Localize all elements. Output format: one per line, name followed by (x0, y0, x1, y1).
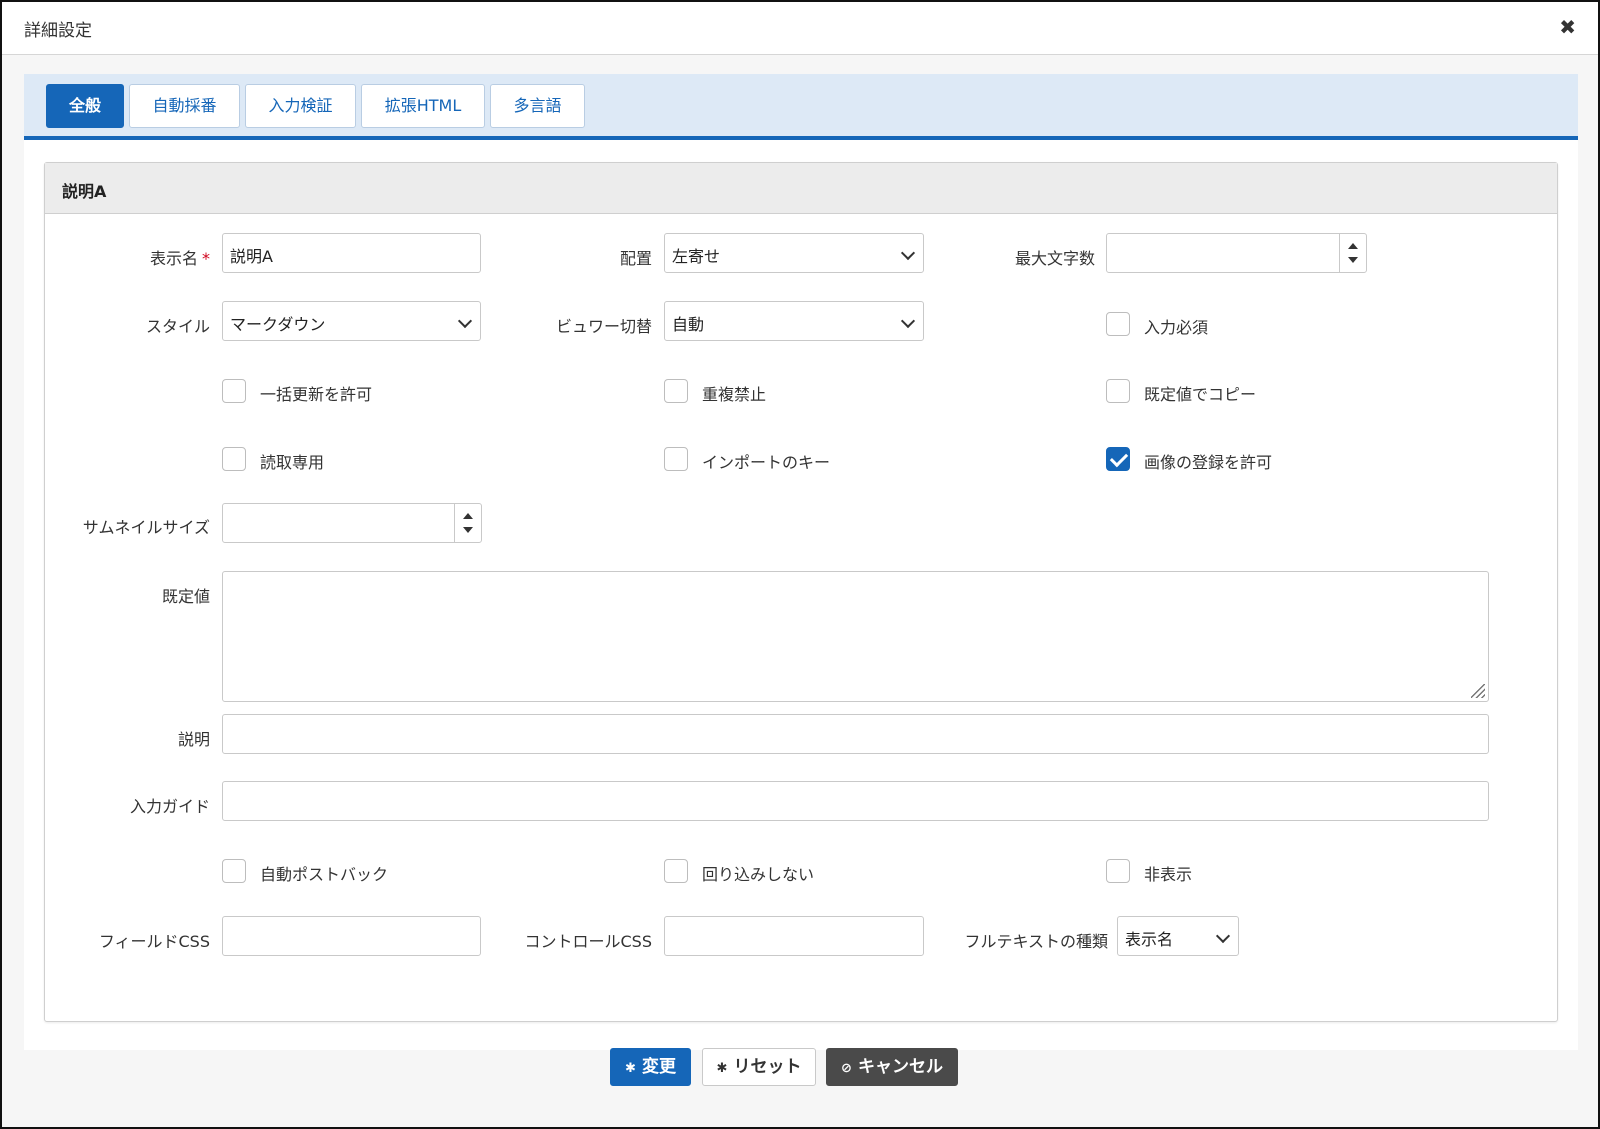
tab-bar: 全般 自動採番 入力検証 拡張HTML 多言語 (24, 74, 1578, 140)
auto-postback-checkbox[interactable] (222, 859, 246, 883)
thumbnail-size-input[interactable] (222, 503, 482, 543)
number-spinner[interactable] (454, 504, 481, 542)
dialog-content: 全般 自動採番 入力検証 拡張HTML 多言語 説明A 表示名 * 説明A 配置 … (24, 74, 1578, 1050)
number-spinner[interactable] (1339, 234, 1366, 272)
panel-title: 説明A (62, 182, 107, 201)
spin-down-icon[interactable] (1348, 257, 1358, 263)
control-css-label: コントロールCSS (524, 932, 653, 951)
auto-postback-label: 自動ポストバック (260, 865, 389, 884)
tab-general[interactable]: 全般 (46, 84, 124, 128)
field-css-input[interactable] (222, 916, 481, 956)
default-value-label: 既定値 (161, 587, 210, 606)
dialog-titlebar: 詳細設定 ✖ (2, 2, 1598, 55)
settings-panel: 説明A 表示名 * 説明A 配置 左寄せ 最大文字数 スタイル マークダウン ビュ… (44, 162, 1558, 1022)
default-value-textarea[interactable] (222, 571, 1489, 702)
fulltext-type-label: フルテキストの種類 (964, 932, 1108, 951)
copy-default-label: 既定値でコピー (1144, 385, 1257, 404)
required-mark: * (202, 249, 210, 268)
read-only-label: 読取専用 (260, 453, 325, 472)
spin-up-icon[interactable] (1348, 243, 1358, 249)
tab-auto-numbering[interactable]: 自動採番 (129, 84, 240, 128)
bulk-update-label: 一括更新を許可 (260, 385, 373, 404)
allow-image-label: 画像の登録を許可 (1144, 453, 1273, 472)
spin-up-icon[interactable] (463, 513, 473, 519)
style-label: スタイル (145, 317, 210, 336)
required-checkbox-label: 入力必須 (1144, 318, 1209, 337)
dialog: 詳細設定 ✖ 全般 自動採番 入力検証 拡張HTML 多言語 説明A 表示名 * … (0, 0, 1600, 1129)
dialog-title: 詳細設定 (24, 21, 92, 41)
display-name-input[interactable]: 説明A (222, 233, 481, 273)
tab-extended-html[interactable]: 拡張HTML (361, 84, 485, 128)
chevron-down-icon (457, 313, 473, 329)
close-icon[interactable]: ✖ (1559, 16, 1576, 38)
no-wrap-label: 回り込みしない (702, 865, 815, 884)
input-guide-label: 入力ガイド (129, 797, 210, 816)
fulltext-type-select[interactable]: 表示名 (1117, 916, 1239, 956)
control-css-input[interactable] (664, 916, 924, 956)
change-button[interactable]: ✱ 変更 (610, 1048, 691, 1086)
hidden-checkbox[interactable] (1106, 859, 1130, 883)
viewer-switch-label: ビュワー切替 (555, 317, 652, 336)
alignment-select[interactable]: 左寄せ (664, 233, 924, 273)
panel-header: 説明A (45, 163, 1557, 214)
cancel-icon: ⊘ (841, 1061, 852, 1076)
no-wrap-checkbox[interactable] (664, 859, 688, 883)
tab-input-validation[interactable]: 入力検証 (245, 84, 356, 128)
description-label: 説明 (177, 730, 210, 749)
gear-icon: ✱ (625, 1061, 636, 1076)
chevron-down-icon (900, 313, 916, 329)
required-checkbox[interactable] (1106, 312, 1130, 336)
input-guide-input[interactable] (222, 781, 1489, 821)
chevron-down-icon (900, 245, 916, 261)
max-chars-label: 最大文字数 (1014, 249, 1095, 268)
spin-down-icon[interactable] (463, 527, 473, 533)
alignment-label: 配置 (619, 249, 652, 268)
reset-button[interactable]: ✱ リセット (702, 1048, 816, 1086)
max-chars-input[interactable] (1106, 233, 1367, 273)
bulk-update-checkbox[interactable] (222, 379, 246, 403)
no-duplicates-checkbox[interactable] (664, 379, 688, 403)
chevron-down-icon (1215, 928, 1231, 944)
tab-multilingual[interactable]: 多言語 (490, 84, 585, 128)
field-css-label: フィールドCSS (98, 932, 210, 951)
hidden-label: 非表示 (1144, 865, 1193, 884)
description-input[interactable] (222, 714, 1489, 754)
cancel-button[interactable]: ⊘ キャンセル (826, 1048, 958, 1086)
import-key-checkbox[interactable] (664, 447, 688, 471)
viewer-switch-select[interactable]: 自動 (664, 301, 924, 341)
read-only-checkbox[interactable] (222, 447, 246, 471)
gear-icon: ✱ (716, 1061, 728, 1076)
style-select[interactable]: マークダウン (222, 301, 481, 341)
resize-handle-icon[interactable] (1471, 684, 1485, 698)
copy-default-checkbox[interactable] (1106, 379, 1130, 403)
no-duplicates-label: 重複禁止 (702, 385, 767, 404)
thumbnail-size-label: サムネイルサイズ (82, 518, 210, 537)
import-key-label: インポートのキー (702, 453, 831, 472)
allow-image-checkbox[interactable] (1106, 447, 1130, 471)
display-name-label: 表示名 * (149, 249, 210, 268)
